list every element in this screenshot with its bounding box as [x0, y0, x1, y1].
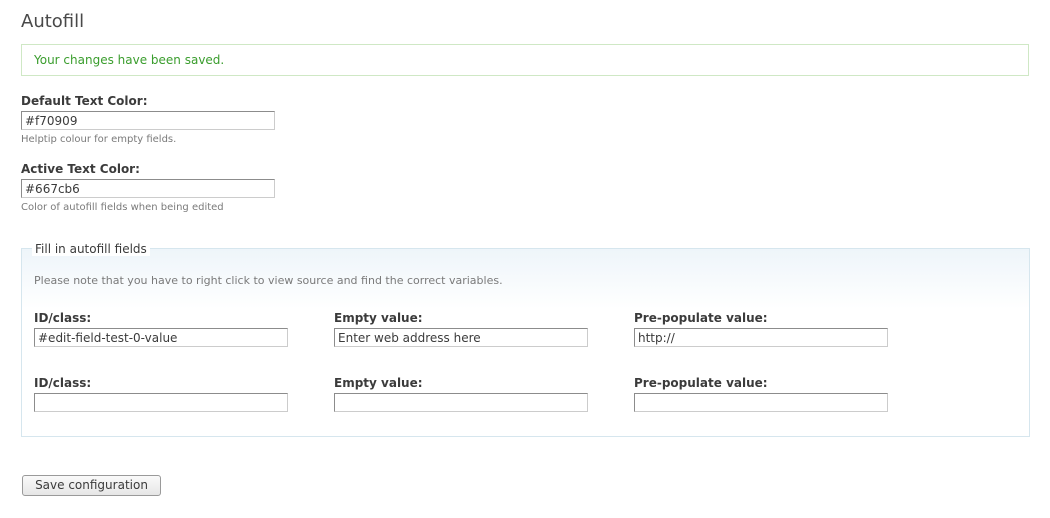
empty-value-input[interactable]	[334, 393, 588, 412]
default-text-color-description: Helptip colour for empty fields.	[21, 134, 177, 145]
empty-value-label: Empty value:	[334, 311, 423, 325]
prepopulate-value-label: Pre-populate value:	[634, 376, 768, 390]
fieldset-note: Please note that you have to right click…	[34, 274, 503, 287]
active-text-color-input[interactable]	[21, 179, 275, 198]
id-class-label: ID/class:	[34, 376, 92, 390]
status-message-text: Your changes have been saved.	[34, 53, 225, 67]
status-message-box: Your changes have been saved.	[21, 44, 1029, 76]
save-configuration-button[interactable]: Save configuration	[22, 475, 161, 496]
default-text-color-input[interactable]	[21, 111, 275, 130]
empty-value-label: Empty value:	[334, 376, 423, 390]
prepopulate-value-input[interactable]	[634, 393, 888, 412]
prepopulate-value-input[interactable]	[634, 328, 888, 347]
empty-value-input[interactable]	[334, 328, 588, 347]
autofill-settings-page: Autofill Your changes have been saved. D…	[0, 0, 1050, 518]
id-class-label: ID/class:	[34, 311, 92, 325]
active-text-color-description: Color of autofill fields when being edit…	[21, 202, 224, 213]
active-text-color-label: Active Text Color:	[21, 162, 140, 176]
id-class-input[interactable]	[34, 393, 288, 412]
id-class-input[interactable]	[34, 328, 288, 347]
page-title: Autofill	[21, 11, 85, 32]
prepopulate-value-label: Pre-populate value:	[634, 311, 768, 325]
default-text-color-label: Default Text Color:	[21, 94, 148, 108]
fieldset-legend: Fill in autofill fields	[32, 242, 150, 256]
